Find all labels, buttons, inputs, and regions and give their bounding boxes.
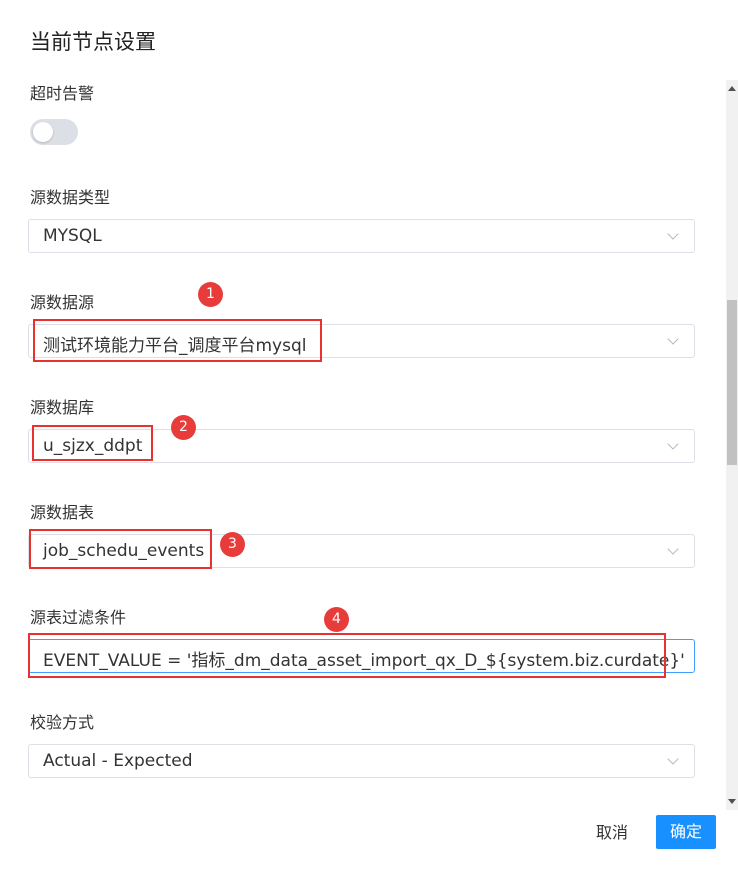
timeout-alarm-label: 超时告警 xyxy=(30,84,95,103)
source-data-type-value: MYSQL xyxy=(43,226,102,246)
toggle-knob xyxy=(33,122,53,142)
source-filter-label: 源表过滤条件 xyxy=(30,608,127,627)
dialog-title: 当前节点设置 xyxy=(30,30,156,54)
timeout-alarm-toggle[interactable] xyxy=(30,119,78,145)
highlight-box-1 xyxy=(33,319,322,362)
annotation-badge-4: 4 xyxy=(324,607,349,632)
chevron-down-icon xyxy=(667,333,679,345)
scroll-up-arrow-icon[interactable] xyxy=(728,86,736,91)
cancel-button[interactable]: 取消 xyxy=(582,817,642,849)
annotation-badge-2: 2 xyxy=(171,415,196,440)
highlight-box-3 xyxy=(29,529,212,569)
chevron-down-icon xyxy=(667,543,679,555)
source-data-type-select[interactable]: MYSQL xyxy=(28,219,695,253)
annotation-badge-1: 1 xyxy=(198,282,223,307)
source-table-label: 源数据表 xyxy=(30,503,95,522)
chevron-down-icon xyxy=(667,753,679,765)
source-datasource-label: 源数据源 xyxy=(30,293,95,312)
chevron-down-icon xyxy=(667,438,679,450)
highlight-box-4 xyxy=(28,633,666,678)
annotation-badge-3: 3 xyxy=(220,532,245,557)
scroll-down-arrow-icon[interactable] xyxy=(728,799,736,804)
chevron-down-icon xyxy=(667,228,679,240)
check-method-value: Actual - Expected xyxy=(43,751,193,771)
scrollbar-thumb[interactable] xyxy=(727,300,737,465)
highlight-box-2 xyxy=(32,425,153,461)
check-method-label: 校验方式 xyxy=(30,713,95,732)
form-scroll-area[interactable]: 超时告警 源数据类型 MYSQL 源数据源 测试环境能力平台_调度平台mysql… xyxy=(0,80,724,810)
source-database-label: 源数据库 xyxy=(30,398,95,417)
source-data-type-label: 源数据类型 xyxy=(30,188,111,207)
confirm-button[interactable]: 确定 xyxy=(656,815,716,849)
check-method-select[interactable]: Actual - Expected xyxy=(28,744,695,778)
vertical-scrollbar[interactable] xyxy=(726,80,738,810)
